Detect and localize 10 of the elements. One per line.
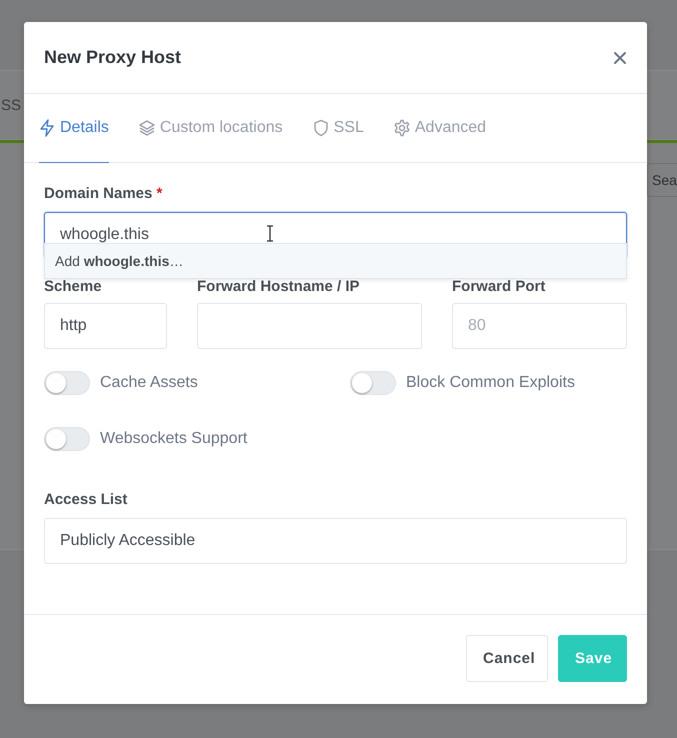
- dialog-title: New Proxy Host: [44, 47, 182, 68]
- field-label: Access List: [44, 491, 128, 508]
- toggle-label: Block Common Exploits: [406, 374, 575, 392]
- toggle-label: Websockets Support: [100, 430, 248, 448]
- column-header: SS: [1, 96, 22, 114]
- field-label: Forward Port: [452, 278, 546, 295]
- field-label: Scheme: [44, 278, 103, 295]
- field-label: Forward Hostname / IP: [197, 278, 361, 295]
- field-label: Domain Names *: [44, 185, 164, 202]
- toggle-label: Cache Assets: [100, 374, 198, 392]
